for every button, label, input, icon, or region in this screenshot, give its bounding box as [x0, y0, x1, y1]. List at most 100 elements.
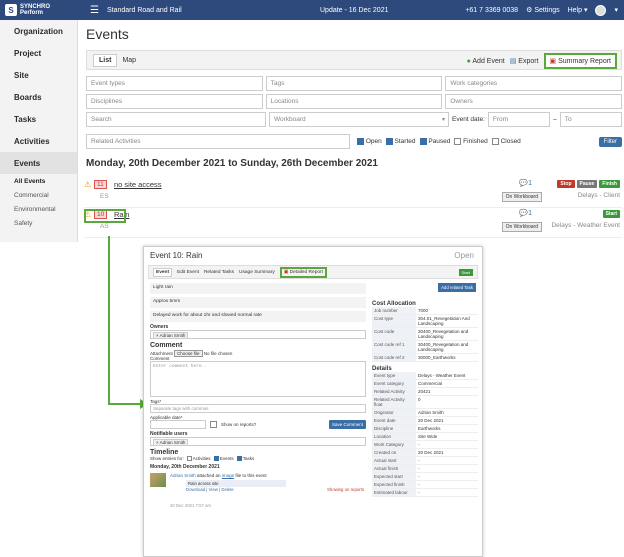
comment-count[interactable]: 💬1: [519, 179, 532, 187]
detail-value: Site Wide: [418, 434, 438, 439]
sidebar-item-site[interactable]: Site: [0, 64, 77, 86]
locations-filter[interactable]: Locations: [265, 94, 443, 109]
status-closed-checkbox[interactable]: Closed: [491, 137, 521, 146]
finish-button[interactable]: Finish: [599, 180, 620, 188]
tab-edit-event[interactable]: Edit Event: [177, 270, 199, 275]
sidebar-sub-safety[interactable]: Safety: [0, 216, 77, 230]
sidebar-item-boards[interactable]: Boards: [0, 86, 77, 108]
disciplines-filter[interactable]: Disciplines: [86, 94, 263, 109]
hamburger-menu-icon[interactable]: ☰: [90, 5, 99, 16]
tab-detailed-report[interactable]: ▣ Detailed Report: [279, 266, 327, 278]
detail-key: Related Activity: [372, 388, 416, 395]
timeline-text-pre: attached an: [197, 473, 221, 479]
on-workboard-badge[interactable]: On Workboard: [501, 222, 542, 232]
owners-filter[interactable]: Owners: [445, 94, 623, 109]
detail-key: Event category: [372, 380, 416, 387]
detail-value: -: [418, 482, 420, 487]
sidebar-sub-environmental[interactable]: Environmental: [0, 202, 77, 216]
timeline-actions[interactable]: Download | View | Delete: [186, 487, 234, 492]
timeline-tasks-checkbox[interactable]: Tasks: [236, 456, 254, 462]
export-button[interactable]: ▤ Export: [510, 57, 539, 65]
choose-file-button[interactable]: Choose file: [174, 350, 203, 357]
comment-textarea[interactable]: Enter comment here..: [150, 361, 366, 397]
sidebar-item-organization[interactable]: Organization: [0, 20, 77, 42]
detail-row: Related Activity float 0: [372, 396, 478, 409]
status-paused-checkbox[interactable]: Paused: [419, 137, 450, 145]
work-categories-filter[interactable]: Work categories: [445, 76, 623, 91]
event-name-link[interactable]: no site access: [114, 180, 162, 189]
timeline-user-link[interactable]: Adrian Smith: [170, 473, 196, 478]
tab-related-tasks[interactable]: Related Tasks: [204, 270, 234, 275]
add-event-button[interactable]: ● Add Event: [467, 58, 505, 65]
tags-input[interactable]: Separate tags with commas: [150, 404, 366, 413]
owner-chip[interactable]: × Adrian Smith: [153, 332, 189, 339]
sidebar-item-tasks[interactable]: Tasks: [0, 108, 77, 130]
stop-button[interactable]: Stop: [557, 180, 575, 188]
timeline-image-link[interactable]: image: [222, 473, 234, 478]
related-activities-filter[interactable]: Related Activities: [86, 134, 350, 149]
sidebar-sub-all-events[interactable]: All Events: [0, 174, 77, 188]
event-row[interactable]: ⚠ 10 Rain AS 💬1 Start On Workboard Delay…: [84, 208, 622, 238]
tab-event[interactable]: Event: [153, 267, 173, 277]
sidebar-item-events[interactable]: Events: [0, 152, 77, 174]
notifiable-users-field[interactable]: × Adrian Smith: [150, 437, 366, 446]
tab-map[interactable]: Map: [117, 55, 141, 66]
timeline-activities-checkbox[interactable]: Activities: [186, 456, 211, 462]
project-selector[interactable]: Standard Road and Rail: [107, 7, 182, 14]
sidebar-sub-commercial[interactable]: Commercial: [0, 188, 77, 202]
sidebar-item-activities[interactable]: Activities: [0, 130, 77, 152]
tab-list[interactable]: List: [93, 53, 118, 67]
status-finished-checkbox[interactable]: Finished: [454, 137, 488, 145]
on-workboard-badge[interactable]: On Workboard: [501, 192, 542, 202]
summary-report-button[interactable]: ▣ Summary Report: [543, 53, 617, 69]
detail-value: 30400_Revegetation and Landscaping: [418, 329, 469, 339]
sidebar-item-project[interactable]: Project: [0, 42, 77, 64]
description-line: Light rain: [150, 283, 366, 294]
tags-filter[interactable]: Tags: [265, 76, 443, 91]
owners-field[interactable]: × Adrian Smith: [150, 330, 366, 339]
pause-button[interactable]: Pause: [576, 180, 598, 188]
timeline-events-checkbox[interactable]: Events: [213, 456, 234, 462]
status-open-checkbox[interactable]: Open: [357, 137, 382, 145]
tab-usage-summary[interactable]: Usage Summary: [239, 270, 275, 275]
chevron-down-icon[interactable]: ▾: [614, 6, 618, 14]
add-related-task-button[interactable]: Add related Task: [438, 283, 476, 292]
detail-key: Cost code ref 2: [372, 354, 416, 361]
detail-value: 20 Dec 2021: [418, 450, 444, 455]
search-input[interactable]: Search: [86, 112, 266, 127]
start-button[interactable]: Start: [602, 210, 620, 218]
summary-report-label: Summary Report: [558, 58, 611, 65]
no-file-label: No file chosen: [203, 351, 233, 356]
owner-chip-name: Adrian Smith: [159, 333, 186, 338]
detail-start-button[interactable]: Start: [458, 269, 473, 276]
date-from-input[interactable]: From: [487, 112, 551, 127]
filter-button[interactable]: Filter: [598, 136, 622, 147]
event-type-label: Delays - Weather Event: [551, 222, 620, 229]
comment-count[interactable]: 💬1: [519, 209, 532, 217]
applicable-date-input[interactable]: [150, 420, 206, 429]
event-row[interactable]: ⚠ 11 no site access ES 💬1 Stop Pause Fin…: [84, 178, 622, 208]
detail-value: Commercial: [418, 381, 443, 386]
checkbox-checked-icon: [236, 456, 242, 462]
user-avatar[interactable]: [595, 4, 607, 16]
detail-row: Location Site Wide: [372, 433, 478, 441]
save-comment-button[interactable]: Save Comment: [328, 420, 366, 429]
detail-value: 304.01_Revegetation And Landscaping: [418, 316, 470, 326]
date-to-input[interactable]: To: [559, 112, 623, 127]
comment-icon: 💬: [519, 210, 529, 217]
detail-row: Expected start -: [372, 473, 478, 481]
synchro-logo[interactable]: S SYNCHRO Perform: [0, 0, 72, 20]
settings-link[interactable]: ⚙ Settings: [526, 6, 560, 14]
status-started-label: Started: [394, 138, 416, 146]
event-types-filter[interactable]: Event types: [86, 76, 263, 91]
workboard-select[interactable]: Workboard ▾: [269, 112, 449, 127]
status-closed-label: Closed: [500, 138, 521, 146]
detail-key: Cost type: [372, 315, 416, 327]
show-on-reports-checkbox[interactable]: [210, 421, 217, 428]
detail-key: Actual start: [372, 457, 416, 464]
checkbox-empty-icon: [454, 137, 462, 145]
checkbox-checked-icon: [357, 137, 364, 145]
status-started-checkbox[interactable]: Started: [385, 137, 416, 146]
notifiable-user-chip[interactable]: × Adrian Smith: [153, 439, 189, 446]
help-menu[interactable]: Help ▾: [568, 6, 588, 14]
